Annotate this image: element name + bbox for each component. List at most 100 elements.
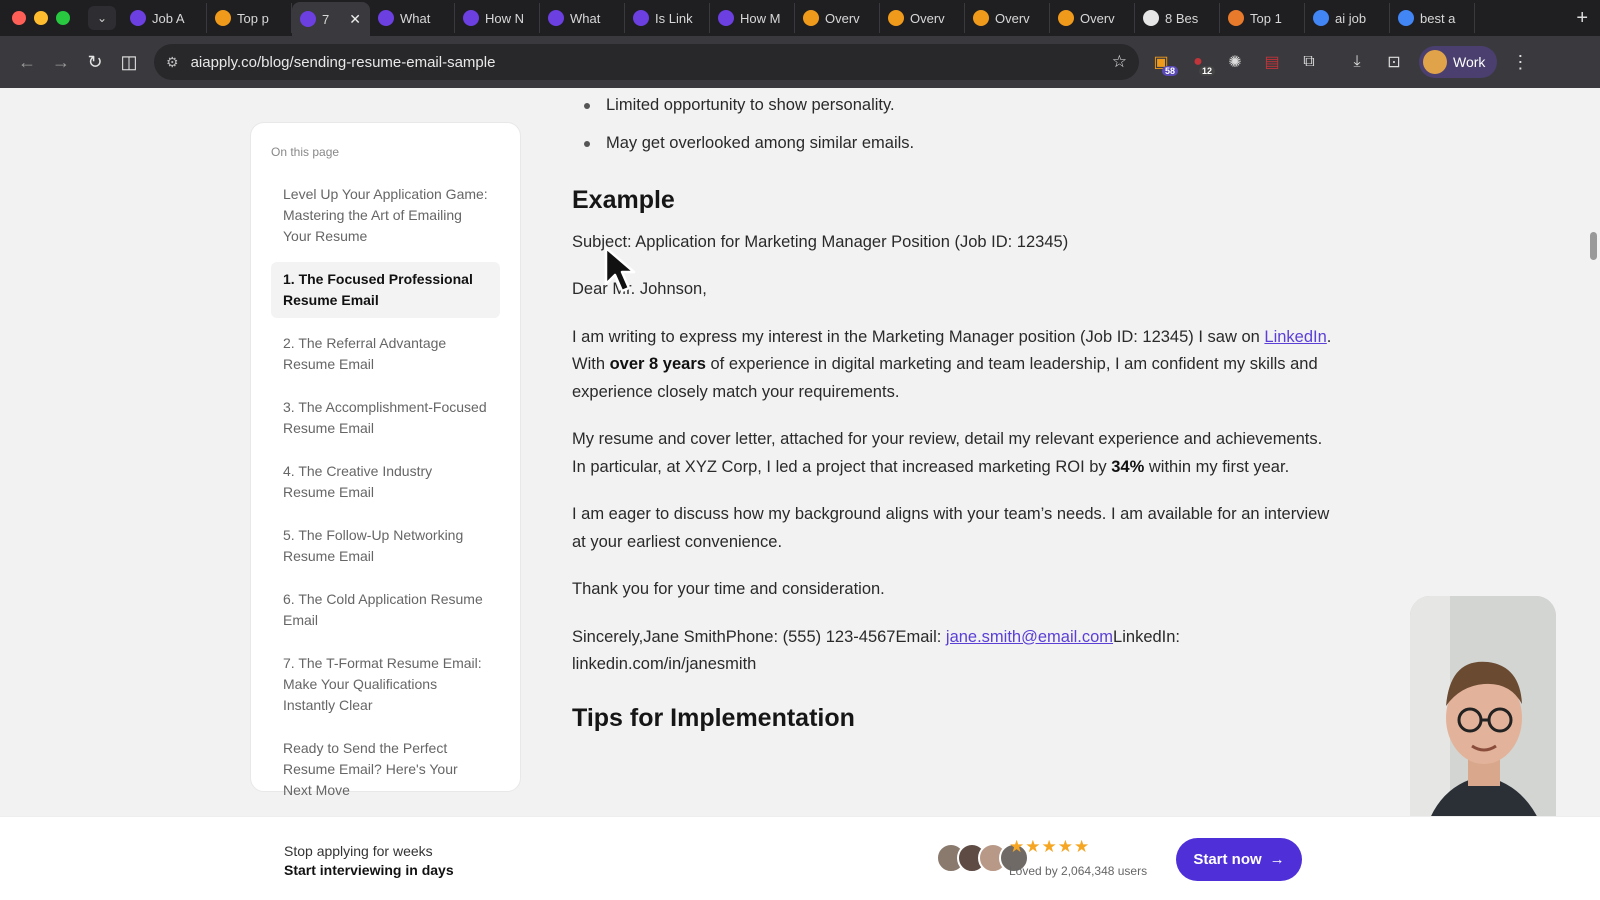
aiapply-icon: [548, 10, 564, 26]
tab-title: How N: [485, 10, 525, 26]
browser-tab[interactable]: Job A: [122, 3, 207, 33]
browser-tab[interactable]: Overv: [965, 3, 1050, 33]
minimize-window-button[interactable]: [34, 11, 48, 25]
profile-label: Work: [1453, 54, 1486, 70]
toc-item[interactable]: 2. The Referral Advantage Resume Email: [271, 326, 500, 382]
aiapply-icon: [378, 10, 394, 26]
table-of-contents: On this page Level Up Your Application G…: [250, 122, 521, 798]
extension-icon: ▤: [1264, 54, 1280, 71]
tab-title: ai job: [1335, 10, 1367, 26]
browser-tab[interactable]: How N: [455, 3, 540, 33]
close-window-button[interactable]: [12, 11, 26, 25]
tab-title: Top 1: [1250, 10, 1282, 26]
text-span: I am writing to express my interest in t…: [572, 327, 1265, 346]
profile-button[interactable]: Work: [1419, 46, 1498, 78]
tab-title: 8 Bes: [1165, 10, 1199, 26]
new-tab-button[interactable]: +: [1564, 7, 1600, 30]
tab-search-button[interactable]: ⌄: [88, 6, 116, 30]
browser-tab[interactable]: What: [370, 3, 455, 33]
browser-tab[interactable]: Top p: [207, 3, 292, 33]
chatgpt-extension-button[interactable]: ✺: [1220, 47, 1250, 77]
browser-tab[interactable]: best a: [1390, 3, 1475, 33]
reload-button[interactable]: ↻: [78, 45, 112, 79]
toc-item[interactable]: 7. The T-Format Resume Email: Make Your …: [271, 646, 500, 723]
browser-tab[interactable]: Is Link: [625, 3, 710, 33]
medium-icon: [1228, 10, 1244, 26]
banner-tagline: Stop applying for weeks: [284, 843, 433, 859]
toc-item[interactable]: 5. The Follow-Up Networking Resume Email: [271, 518, 500, 574]
email-paragraph-3: I am eager to discuss how my background …: [572, 505, 1330, 551]
toc-item[interactable]: Level Up Your Application Game: Masterin…: [271, 177, 500, 254]
extension-button-2[interactable]: ● 12: [1183, 47, 1215, 77]
tab-title: Overv: [910, 10, 945, 26]
google-icon: [1313, 10, 1329, 26]
browser-tab[interactable]: 8 Bes: [1135, 3, 1220, 33]
browser-tab[interactable]: 7 ✕: [292, 2, 370, 36]
tab-title: Top p: [237, 10, 269, 26]
rating-stars: ★★★★★: [1009, 837, 1091, 856]
text-span: within my first year.: [1144, 457, 1290, 476]
tab-title: How M: [740, 10, 781, 26]
forward-button[interactable]: →: [44, 45, 78, 79]
url-text[interactable]: aiapply.co/blog/sending-resume-email-sam…: [191, 54, 1100, 71]
browser-menu-button[interactable]: ⋮: [1511, 52, 1529, 73]
toc-item[interactable]: Ready to Send the Perfect Resume Email? …: [271, 731, 500, 808]
downloads-button[interactable]: ⤓: [1342, 47, 1372, 77]
tab-title: What: [570, 10, 601, 26]
close-tab-icon[interactable]: ✕: [349, 11, 361, 28]
toc-list: Level Up Your Application Game: Masterin…: [271, 177, 500, 808]
amazon-icon: [973, 10, 989, 26]
browser-tab[interactable]: What: [540, 3, 625, 33]
tab-title: Overv: [825, 10, 860, 26]
amazon-icon: [1058, 10, 1074, 26]
email-link[interactable]: jane.smith@email.com: [946, 628, 1113, 646]
bold-text: over 8 years: [609, 355, 706, 373]
openai-icon: ✺: [1228, 54, 1242, 71]
browser-tab[interactable]: Overv: [1050, 3, 1135, 33]
bookmark-star-icon[interactable]: ☆: [1112, 52, 1127, 72]
maximize-window-button[interactable]: [56, 11, 70, 25]
window-controls: [0, 11, 88, 25]
email-subject: Subject: Application for Marketing Manag…: [572, 232, 1069, 251]
toc-item[interactable]: 4. The Creative Industry Resume Email: [271, 454, 500, 510]
extension-button-4[interactable]: ▤: [1257, 47, 1287, 77]
extension-badge: 58: [1161, 66, 1178, 76]
split-view-button[interactable]: ◫: [112, 45, 146, 79]
toc-item[interactable]: 1. The Focused Professional Resume Email: [271, 262, 500, 318]
social-proof-text: Loved by 2,064,348 users: [1009, 864, 1148, 878]
browser-tab[interactable]: Top 1: [1220, 3, 1305, 33]
cons-list: Limited opportunity to show personality.…: [572, 92, 1332, 157]
toc-item[interactable]: 6. The Cold Application Resume Email: [271, 582, 500, 638]
download-icon: ⤓: [1353, 53, 1361, 70]
screenshot-button[interactable]: ⊡: [1379, 47, 1409, 77]
tab-title: Overv: [1080, 10, 1115, 26]
browser-tab[interactable]: Overv: [795, 3, 880, 33]
toc-item[interactable]: 3. The Accomplishment-Focused Resume Ema…: [271, 390, 500, 446]
aiapply-icon: [633, 10, 649, 26]
tab-title: 7: [322, 11, 330, 27]
google-icon: [1398, 10, 1414, 26]
browser-tab[interactable]: How M: [710, 3, 795, 33]
reload-icon: ↻: [87, 51, 103, 72]
example-heading: Example: [572, 186, 675, 214]
camera-icon: ⊡: [1387, 54, 1401, 71]
tab-title: Is Link: [655, 10, 693, 26]
toc-heading: On this page: [271, 145, 340, 159]
linkedin-link[interactable]: LinkedIn: [1264, 328, 1326, 346]
extension-button-1[interactable]: ▣ 58: [1146, 47, 1178, 77]
browser-tab[interactable]: ai job: [1305, 3, 1390, 33]
extensions-menu-button[interactable]: ⧉: [1294, 47, 1324, 77]
email-paragraph-4: Thank you for your time and consideratio…: [572, 580, 885, 598]
mouse-cursor-icon: [604, 246, 636, 293]
browser-tab[interactable]: Overv: [880, 3, 965, 33]
puzzle-icon: ⧉: [1303, 53, 1315, 70]
split-view-icon: ◫: [120, 51, 138, 72]
start-now-button[interactable]: Start now →: [1176, 838, 1302, 881]
address-bar[interactable]: ⚙ aiapply.co/blog/sending-resume-email-s…: [154, 44, 1139, 80]
tab-bar: ⌄ Job A Top p 7 ✕ What How N What Is Link How MO…: [0, 0, 1600, 36]
page-scrollbar[interactable]: [1590, 232, 1597, 260]
back-button[interactable]: ←: [10, 45, 44, 79]
amazon-icon: [803, 10, 819, 26]
site-settings-icon[interactable]: ⚙: [166, 54, 179, 71]
aiapply-icon: [130, 10, 146, 26]
